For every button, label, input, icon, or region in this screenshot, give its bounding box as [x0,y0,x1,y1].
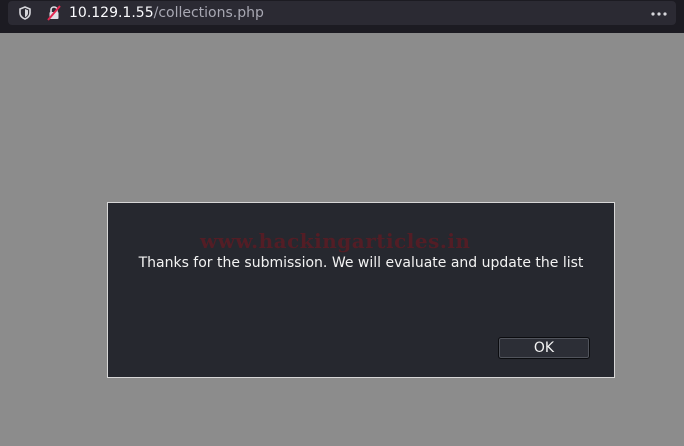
alert-message: Thanks for the submission. We will evalu… [138,255,584,271]
ok-button[interactable]: OK [498,337,590,359]
url-host: 10.129.1.55 [69,5,154,21]
shield-icon[interactable] [18,6,32,20]
alert-dialog: www.hackingarticles.in Thanks for the su… [107,202,615,378]
insecure-lock-icon[interactable] [46,5,62,21]
url-text[interactable]: 10.129.1.55/collections.php [69,4,264,22]
watermark-text: www.hackingarticles.in [200,229,471,253]
browser-toolbar: 10.129.1.55/collections.php [0,0,684,33]
url-path: /collections.php [153,5,264,21]
page-actions-menu-icon[interactable] [651,12,667,16]
address-bar[interactable]: 10.129.1.55/collections.php [8,1,676,25]
